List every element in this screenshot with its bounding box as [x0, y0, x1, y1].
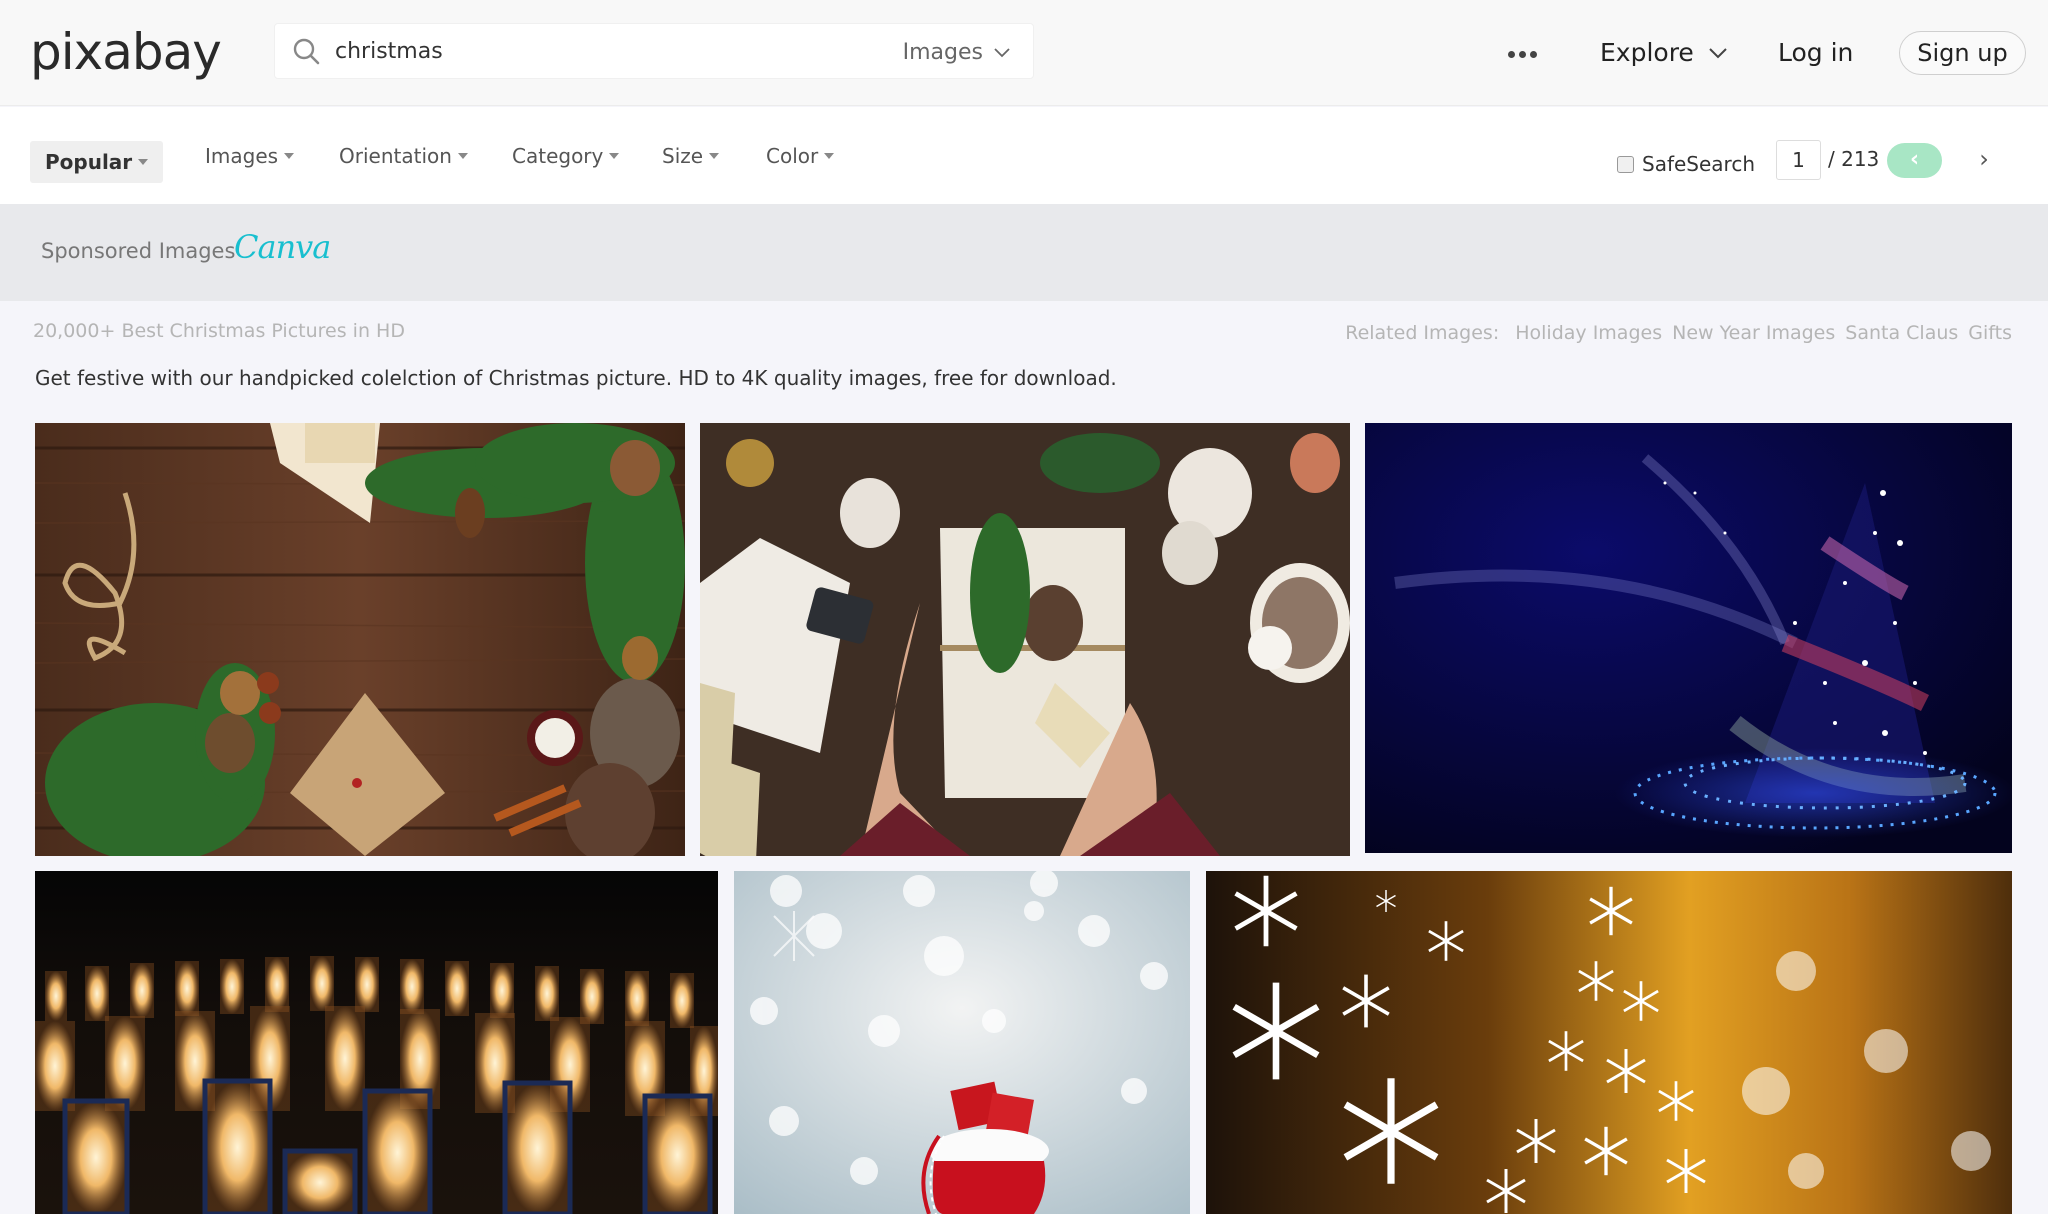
filter-label: Size [662, 144, 704, 168]
results-intro: Get festive with our handpicked colelcti… [35, 366, 1117, 390]
sponsored-label: Sponsored Images [41, 239, 236, 263]
image-tile-gift-hands[interactable] [700, 423, 1350, 856]
filter-label: Category [512, 144, 604, 168]
safesearch-label: SafeSearch [1642, 152, 1756, 176]
search-type-label: Images [902, 40, 983, 65]
golden-snowflakes-image [1206, 871, 2012, 1214]
santa-sack-image [734, 871, 1190, 1214]
search-icon[interactable] [291, 36, 323, 68]
page-total: / 213 [1828, 147, 1880, 171]
caret-down-icon [824, 153, 835, 159]
ellipsis-dot [1530, 50, 1537, 58]
login-link[interactable]: Log in [1778, 28, 1853, 78]
prev-page-button[interactable]: ‹ [1887, 143, 1942, 178]
explore-menu[interactable]: Explore [1600, 28, 1728, 78]
image-tile-wooden-table[interactable] [35, 423, 685, 856]
chevron-right-icon: › [1979, 145, 1989, 173]
explore-label: Explore [1600, 38, 1694, 67]
chevron-down-icon [1709, 48, 1727, 59]
chevron-left-icon: ‹ [1909, 147, 1920, 172]
ellipsis-dot [1519, 50, 1526, 58]
filter-popular[interactable]: Popular [30, 141, 164, 183]
filter-label: Color [766, 144, 819, 168]
filter-color[interactable]: Color [766, 141, 835, 171]
search-input[interactable]: christmas [335, 37, 443, 67]
caret-down-icon [457, 153, 468, 159]
next-page-button[interactable]: › [1974, 143, 1994, 178]
image-tile-lanterns[interactable] [35, 871, 718, 1214]
safesearch-checkbox[interactable] [1617, 155, 1634, 173]
results-heading: 20,000+ Best Christmas Pictures in HD [33, 320, 405, 342]
top-header: pixabay christmas Images Explore Log in … [0, 0, 2048, 106]
image-tile-sparkle-tree[interactable] [1365, 423, 2012, 853]
ellipsis-icon [1508, 50, 1515, 58]
related-link-holiday[interactable]: Holiday Images [1515, 319, 1662, 347]
related-link-new-year[interactable]: New Year Images [1672, 319, 1835, 347]
filter-size[interactable]: Size [662, 141, 720, 171]
search-type-dropdown[interactable]: Images [903, 38, 1011, 68]
signup-button[interactable]: Sign up [1899, 31, 2026, 75]
gift-in-hands-image [700, 423, 1350, 856]
christmas-table-image [35, 423, 685, 856]
image-tile-golden-snowflakes[interactable] [1206, 871, 2012, 1214]
caret-down-icon [138, 159, 149, 165]
filter-label: Orientation [339, 144, 452, 168]
lanterns-image [35, 871, 718, 1214]
related-link-gifts[interactable]: Gifts [1968, 319, 2012, 347]
related-link-santa-claus[interactable]: Santa Claus [1845, 319, 1958, 347]
filter-label: Images [205, 144, 279, 168]
image-tile-santa-sack[interactable] [734, 871, 1190, 1214]
related-images: Related Images: Holiday Images New Year … [1345, 319, 2012, 347]
caret-down-icon [709, 153, 720, 159]
page-number-input[interactable]: 1 [1776, 140, 1821, 180]
caret-down-icon [609, 153, 620, 159]
sponsored-banner: Sponsored Images Canva [0, 204, 2048, 301]
related-label: Related Images: [1345, 322, 1500, 344]
chevron-down-icon [994, 48, 1010, 58]
more-menu-button[interactable] [1508, 34, 1544, 74]
filter-bar: Popular Images Orientation Category Size… [0, 107, 2048, 204]
search-bar[interactable]: christmas Images [274, 23, 1034, 79]
canva-logo[interactable]: Canva [234, 224, 331, 270]
filter-category[interactable]: Category [512, 141, 620, 171]
filter-images[interactable]: Images [205, 141, 295, 171]
pixabay-logo[interactable]: pixabay [30, 22, 222, 82]
safesearch-toggle[interactable]: SafeSearch [1617, 151, 1755, 177]
caret-down-icon [284, 153, 295, 159]
filter-orientation[interactable]: Orientation [339, 141, 468, 171]
filter-label: Popular [45, 150, 133, 174]
sparkle-tree-image [1365, 423, 2012, 853]
